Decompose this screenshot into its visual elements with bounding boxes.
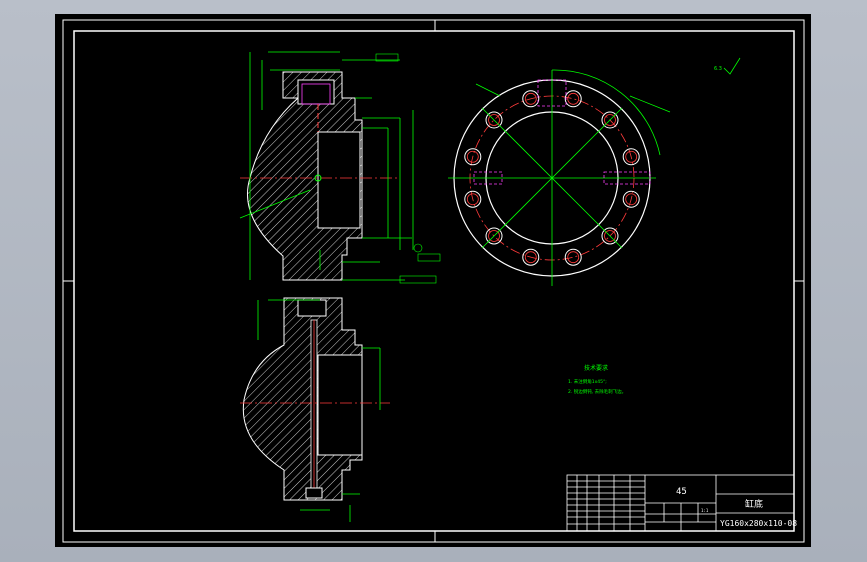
drawing-number-label: YG160x280x110-08 bbox=[720, 519, 797, 528]
tech-req-heading: 技术要求 bbox=[584, 364, 608, 372]
bolt-hole-thread bbox=[567, 251, 580, 264]
section-view-bottom bbox=[240, 297, 390, 522]
cad-drawing: 6.3 技术要求 1. 未注倒角1x45°; 2. 锐边倒钝, 去除毛刺飞边。 bbox=[62, 19, 805, 543]
bolt-hole-thread bbox=[567, 92, 580, 105]
surface-finish-symbol: 6.3 bbox=[714, 57, 741, 75]
section-view-top bbox=[239, 51, 441, 284]
surface-finish-value: 6.3 bbox=[714, 66, 722, 72]
sheet-frame bbox=[62, 19, 805, 543]
technical-requirements: 技术要求 1. 未注倒角1x45°; 2. 锐边倒钝, 去除毛刺飞边。 bbox=[568, 364, 626, 395]
port-counterbore bbox=[297, 79, 335, 105]
flange-end-view bbox=[448, 69, 671, 286]
tech-req-item-1: 1. 未注倒角1x45°; bbox=[568, 378, 607, 385]
material-label: 45 bbox=[676, 487, 687, 497]
scale-label: 1:1 bbox=[701, 508, 709, 513]
tech-req-item-2: 2. 锐边倒钝, 去除毛刺飞边。 bbox=[568, 388, 626, 395]
bore-cavity bbox=[317, 131, 361, 229]
part-name-label: 缸底 bbox=[745, 498, 763, 510]
bore-cavity-bottom bbox=[317, 354, 363, 456]
